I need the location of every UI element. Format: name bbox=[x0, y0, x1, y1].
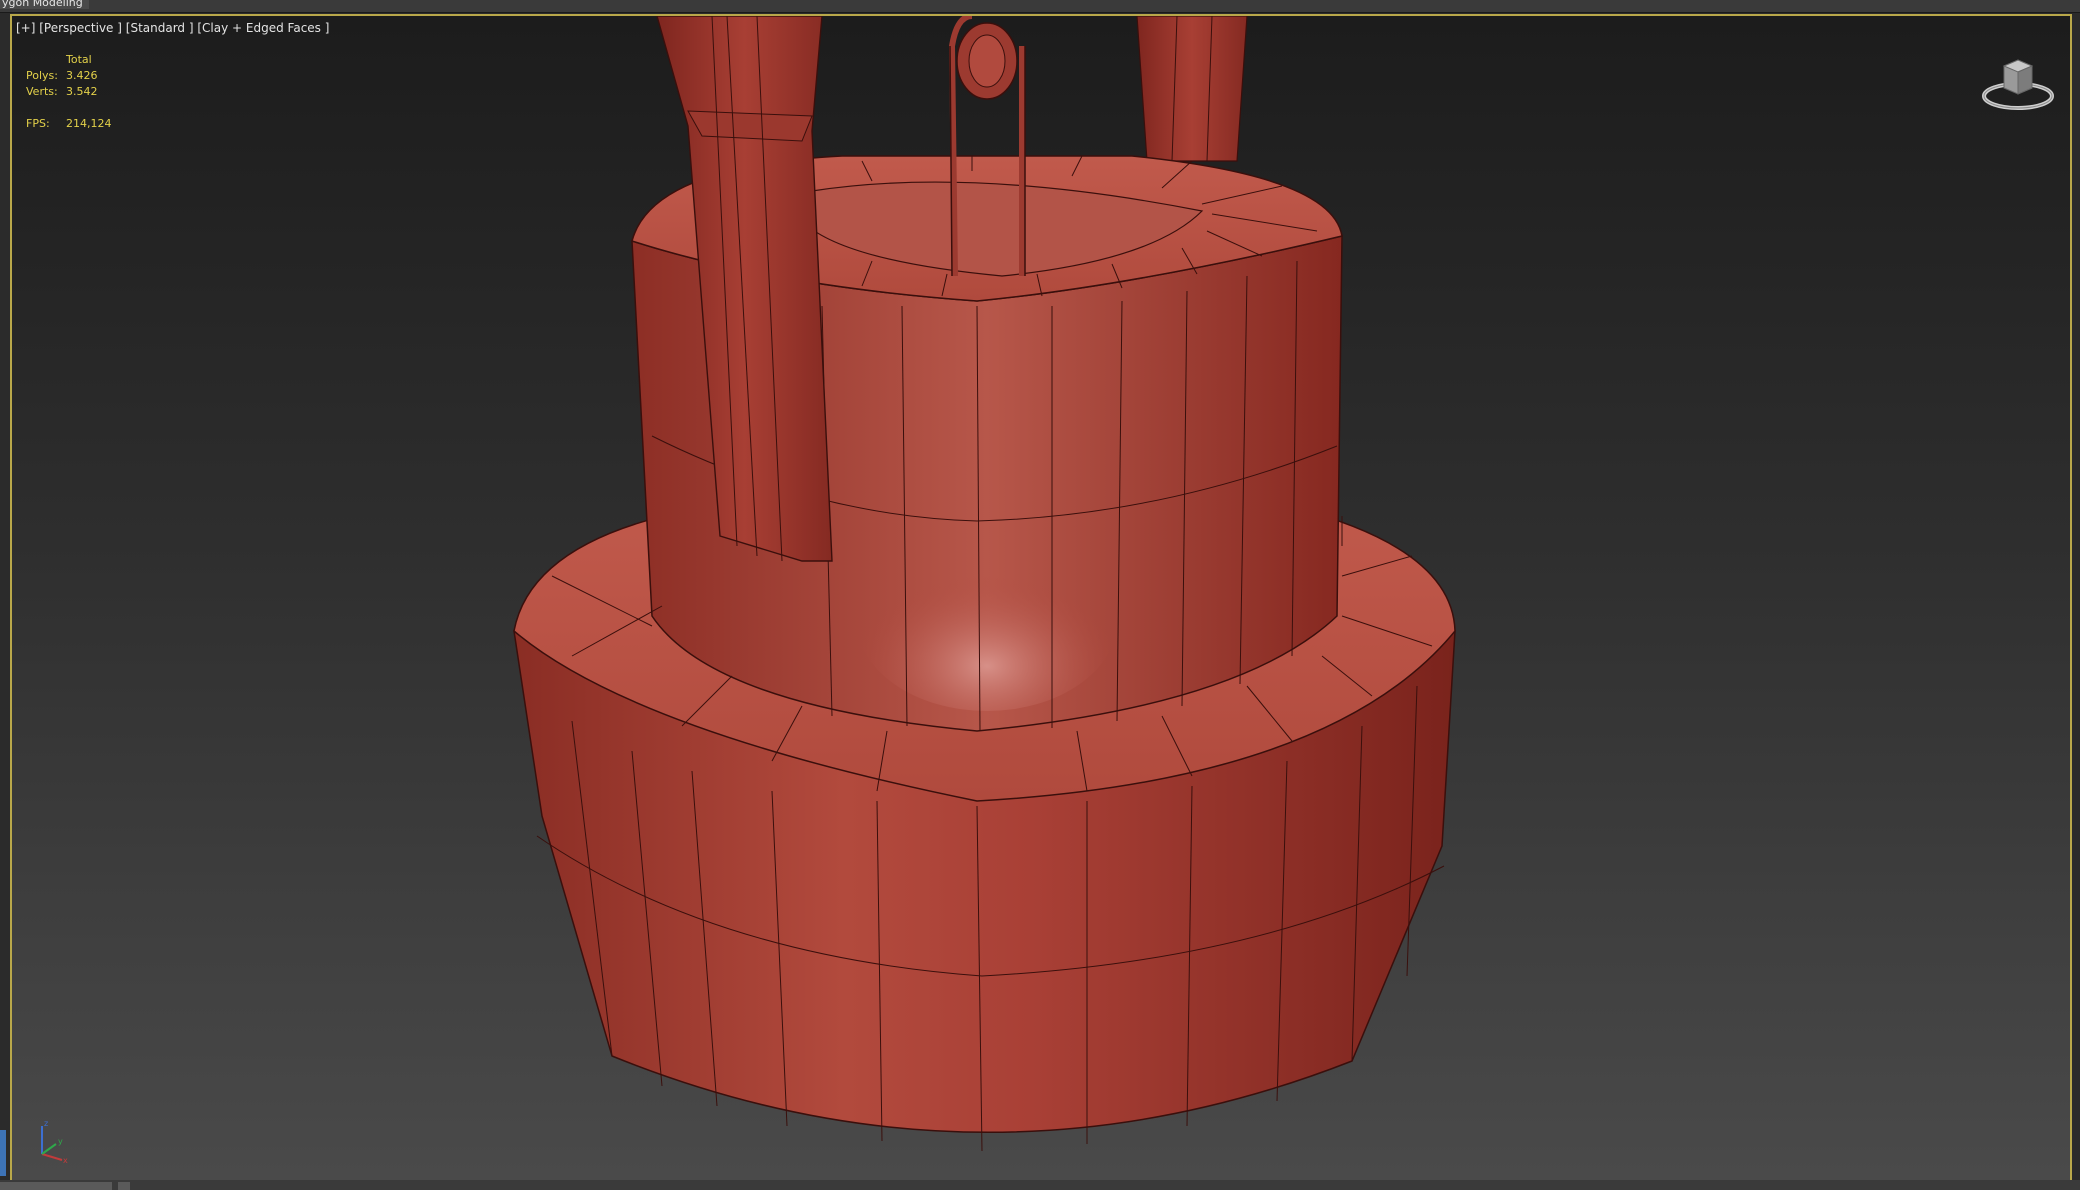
stats-fps-row: FPS: 214,124 bbox=[26, 116, 112, 132]
timeline-slider[interactable] bbox=[0, 1182, 112, 1190]
perspective-viewport[interactable]: [+] [Perspective ] [Standard ] [Clay + E… bbox=[10, 14, 2072, 1182]
stats-verts-row: Verts: 3.542 bbox=[26, 84, 112, 100]
stats-spacer bbox=[26, 100, 112, 116]
viewport-label: [+] [Perspective ] [Standard ] [Clay + E… bbox=[16, 21, 329, 35]
timeline-next-button[interactable] bbox=[118, 1182, 130, 1190]
axis-x-label: x bbox=[63, 1156, 68, 1164]
timeline-bar bbox=[0, 1180, 2080, 1190]
viewport-standard-label[interactable]: [Standard ] bbox=[126, 21, 194, 35]
axis-z-label: z bbox=[44, 1119, 48, 1128]
viewport-menu-plus[interactable]: [+] bbox=[16, 21, 35, 35]
stats-total-header: Total bbox=[66, 53, 92, 66]
viewport-shading-label[interactable]: [Clay + Edged Faces ] bbox=[197, 21, 329, 35]
statistics-overlay: Total Polys: 3.426 Verts: 3.542 FPS: 214,12… bbox=[26, 52, 112, 132]
axis-tripod-icon: z y x bbox=[32, 1114, 72, 1165]
axis-y-label: y bbox=[58, 1137, 63, 1146]
viewport-pov-label[interactable]: [Perspective ] bbox=[39, 21, 122, 35]
title-bar: ygon Modeling bbox=[0, 0, 2080, 13]
viewcube-icon[interactable] bbox=[1978, 46, 2058, 116]
stats-polys-value: 3.426 bbox=[66, 69, 98, 82]
stats-fps-label: FPS: bbox=[26, 117, 50, 130]
stats-polys-label: Polys: bbox=[26, 69, 58, 82]
stats-fps-value: 214,124 bbox=[66, 117, 112, 130]
stats-verts-value: 3.542 bbox=[66, 85, 98, 98]
stats-verts-label: Verts: bbox=[26, 85, 58, 98]
ribbon-tab-label[interactable]: ygon Modeling bbox=[0, 0, 89, 9]
stats-polys-row: Polys: 3.426 bbox=[26, 68, 112, 84]
well-model[interactable] bbox=[12, 16, 2070, 1180]
selection-indicator bbox=[0, 1130, 6, 1176]
